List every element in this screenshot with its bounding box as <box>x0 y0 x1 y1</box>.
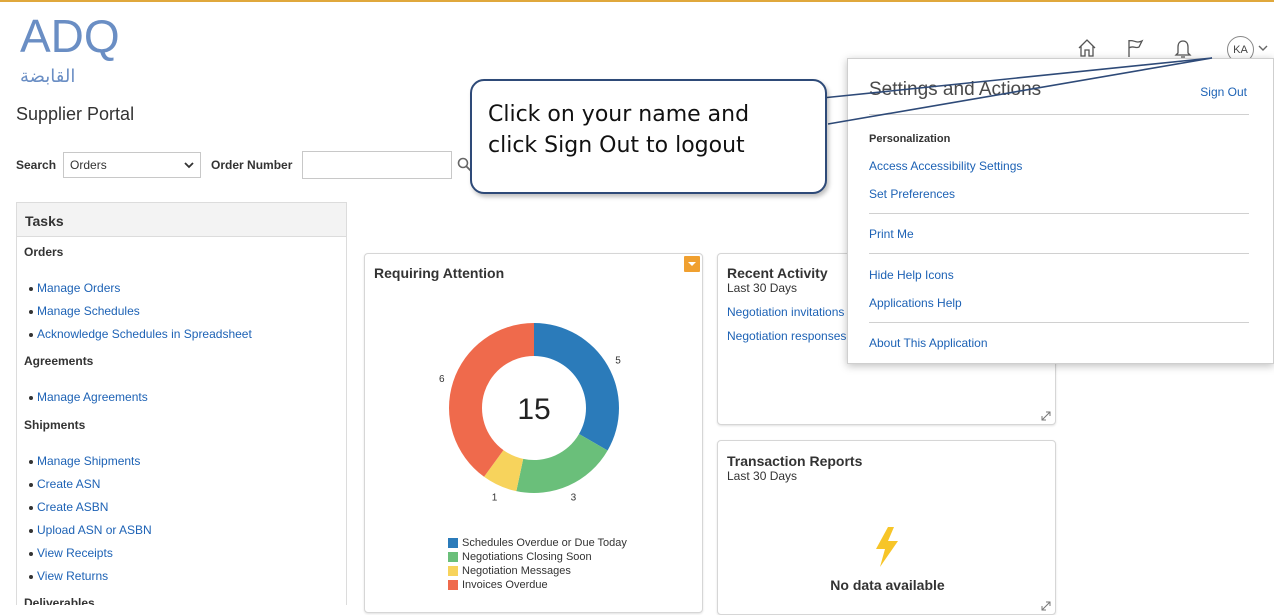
flag-icon[interactable] <box>1124 37 1146 59</box>
print-me-link[interactable]: Print Me <box>869 227 914 241</box>
home-icon[interactable] <box>1076 37 1098 59</box>
top-accent-line <box>0 0 1274 2</box>
personalization-heading: Personalization <box>869 133 951 145</box>
search-type-select[interactable]: Orders <box>63 152 202 178</box>
section-agreements: Agreements <box>24 354 94 368</box>
requiring-attention-title: Requiring Attention <box>374 265 505 281</box>
task-link-manage-agreements[interactable]: Manage Agreements <box>17 386 346 409</box>
no-data-text: No data available <box>830 577 945 593</box>
settings-menu-title: Settings and Actions <box>869 79 1042 100</box>
negotiation-invitations-link[interactable]: Negotiation invitations <box>727 305 844 319</box>
transaction-reports-title: Transaction Reports <box>727 453 863 469</box>
order-number-label: Order Number <box>211 158 293 172</box>
donut-slice[interactable] <box>516 434 608 493</box>
divider <box>869 114 1249 115</box>
applications-help-link[interactable]: Applications Help <box>869 296 962 310</box>
donut-slice[interactable] <box>534 323 619 451</box>
sign-out-link[interactable]: Sign Out <box>1200 85 1247 99</box>
search-type-value: Orders <box>70 158 107 172</box>
legend-item: Negotiation Messages <box>448 564 627 578</box>
donut-chart: 5 3 1 6 15 <box>439 323 621 504</box>
search-bar: Search Orders Order Number <box>16 151 473 179</box>
expand-icon[interactable] <box>1041 601 1051 611</box>
section-deliverables: Deliverables <box>24 596 95 605</box>
negotiation-responses-link[interactable]: Negotiation responses a <box>727 329 856 343</box>
legend-item: Negotiations Closing Soon <box>448 550 627 564</box>
task-link-manage-schedules[interactable]: Manage Schedules <box>17 300 346 323</box>
task-link-manage-shipments[interactable]: Manage Shipments <box>17 450 346 473</box>
legend-item: Schedules Overdue or Due Today <box>448 536 627 550</box>
set-preferences-link[interactable]: Set Preferences <box>869 187 955 201</box>
chart-legend: Schedules Overdue or Due Today Negotiati… <box>448 536 627 592</box>
donut-value-label: 6 <box>439 374 445 385</box>
search-label: Search <box>16 158 57 172</box>
tasks-header: Tasks <box>17 203 346 237</box>
settings-actions-menu: Settings and Actions Sign Out Personaliz… <box>847 58 1274 364</box>
chevron-down-icon <box>184 162 194 169</box>
card-menu-icon[interactable] <box>684 256 700 272</box>
bell-icon[interactable] <box>1172 37 1194 59</box>
divider <box>869 253 1249 254</box>
donut-value-label: 5 <box>615 356 621 367</box>
about-application-link[interactable]: About This Application <box>869 336 988 350</box>
task-link-manage-orders[interactable]: Manage Orders <box>17 277 346 300</box>
callout-line-1: Click on your name and <box>488 102 750 127</box>
requiring-attention-card: Requiring Attention 5 3 1 6 15 Schedules Ov… <box>364 253 703 613</box>
adq-logo: ADQ القابضة <box>18 6 120 87</box>
page-title: Supplier Portal <box>16 104 135 124</box>
expand-icon[interactable] <box>1041 411 1051 421</box>
svg-text:ADQ: ADQ <box>20 10 118 62</box>
donut-value-label: 3 <box>571 493 577 504</box>
lightning-icon <box>876 527 898 567</box>
section-orders: Orders <box>24 245 64 259</box>
donut-total: 15 <box>517 393 550 426</box>
task-link-acknowledge-schedules[interactable]: Acknowledge Schedules in Spreadsheet <box>17 323 346 346</box>
instruction-callout: Click on your name and click Sign Out to… <box>470 79 827 194</box>
accessibility-settings-link[interactable]: Access Accessibility Settings <box>869 159 1022 173</box>
task-link-create-asbn[interactable]: Create ASBN <box>17 496 346 519</box>
divider <box>869 213 1249 214</box>
chevron-down-icon[interactable] <box>1258 44 1268 52</box>
legend-item: Invoices Overdue <box>448 578 627 592</box>
recent-activity-subtitle: Last 30 Days <box>727 281 798 295</box>
section-shipments: Shipments <box>24 418 86 432</box>
callout-line-2: click Sign Out to logout <box>488 133 745 158</box>
task-link-view-receipts[interactable]: View Receipts <box>17 542 346 565</box>
transaction-reports-subtitle: Last 30 Days <box>727 469 798 483</box>
task-link-upload-asn[interactable]: Upload ASN or ASBN <box>17 519 346 542</box>
order-number-input[interactable] <box>302 151 453 179</box>
task-link-create-asn[interactable]: Create ASN <box>17 473 346 496</box>
transaction-reports-card: Transaction Reports Last 30 Days No data… <box>717 440 1056 615</box>
hide-help-icons-link[interactable]: Hide Help Icons <box>869 268 954 282</box>
task-link-view-returns[interactable]: View Returns <box>17 565 346 588</box>
svg-text:القابضة: القابضة <box>20 66 75 86</box>
tasks-panel: Tasks Orders Manage Orders Manage Schedu… <box>16 202 347 605</box>
recent-activity-title: Recent Activity <box>727 265 828 281</box>
divider <box>869 322 1249 323</box>
donut-value-label: 1 <box>492 493 498 504</box>
